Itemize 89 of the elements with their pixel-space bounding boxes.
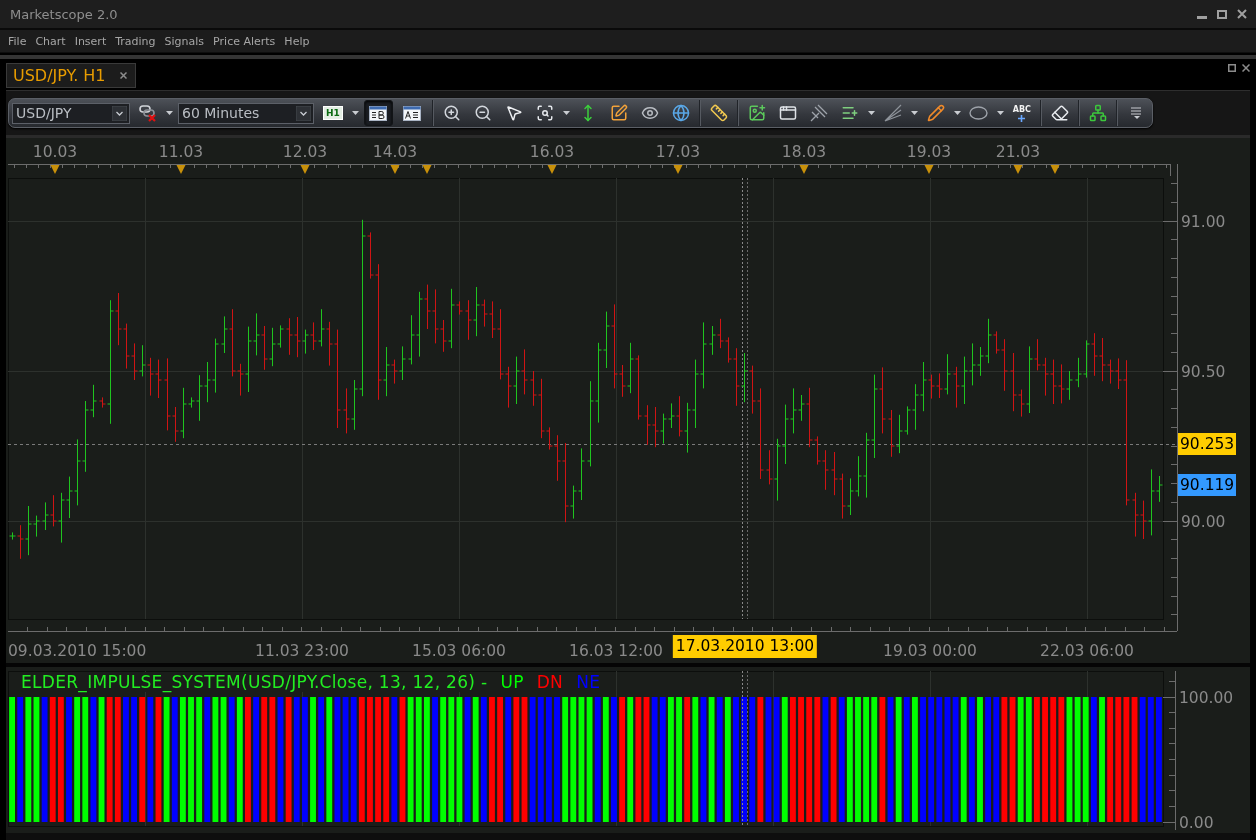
period-button[interactable]: H1 [323, 106, 343, 120]
list-window-icon[interactable] [369, 105, 388, 121]
date-label: 11.03 [158, 143, 204, 161]
date-label: 18.03 [781, 143, 827, 161]
caret-icon[interactable] [351, 111, 359, 115]
day-marker-icon [547, 165, 557, 174]
list-icon[interactable] [840, 104, 859, 122]
indicator-axis-label: 100.00 [1179, 689, 1234, 707]
day-marker-icon [1050, 165, 1060, 174]
day-marker-icon [924, 165, 934, 174]
menu-item[interactable]: File [8, 34, 27, 48]
price-axis-label: 90.00 [1181, 513, 1226, 531]
caret-icon[interactable] [166, 111, 173, 115]
date-label: 10.03 [32, 143, 78, 161]
ruler-icon[interactable] [709, 104, 728, 122]
day-marker-icon [300, 165, 310, 174]
view-toggle-button[interactable] [363, 100, 393, 126]
date-label: 21.03 [995, 143, 1041, 161]
day-marker-icon [50, 165, 60, 174]
date-label: 12.03 [282, 143, 328, 161]
chart-tab[interactable]: USD/JPY. H1 [6, 63, 136, 88]
legend-label: NE [576, 672, 601, 692]
maximize-icon[interactable] [1228, 64, 1236, 72]
date-label: 14.03 [372, 143, 418, 161]
chevron-down-icon[interactable] [296, 105, 311, 121]
timeframe-select[interactable]: 60 Minutes [178, 102, 314, 124]
date-label: 17.03 [655, 143, 701, 161]
ellipse-icon[interactable] [969, 106, 989, 120]
date-label: 16.03 [529, 143, 575, 161]
caret-icon[interactable] [953, 111, 961, 115]
menu-item[interactable]: Price Alerts [213, 34, 276, 48]
menu-item[interactable]: Insert [74, 34, 107, 48]
day-marker-icon [673, 165, 683, 174]
day-marker-icon [390, 165, 400, 174]
day-marker-icon [799, 165, 809, 174]
caret-icon[interactable] [910, 111, 918, 115]
add-image-icon[interactable] [747, 104, 766, 122]
day-marker-icon [176, 165, 186, 174]
time-axis-label: 15.03 06:00 [412, 642, 506, 660]
price-tag: 90.119 [1178, 474, 1237, 496]
indicator-axis-label: 0.00 [1179, 814, 1214, 832]
caret-icon[interactable] [562, 111, 570, 115]
list-window-icon[interactable] [403, 105, 422, 121]
time-axis-label: 16.03 12:00 [569, 642, 663, 660]
close-icon[interactable] [1237, 9, 1247, 19]
caret-icon[interactable] [867, 111, 875, 115]
close-icon[interactable] [119, 72, 127, 79]
fan-lines-icon[interactable] [883, 104, 902, 122]
symbol-select[interactable]: USD/JPY [12, 102, 130, 124]
time-axis-label: 09.03.2010 15:00 [8, 642, 147, 660]
indicator-title: ELDER_IMPULSE_SYSTEM(USD/JPY.Close, 13, 12, 26) - [21, 672, 488, 692]
day-marker-icon [1013, 165, 1023, 174]
window-icon[interactable] [778, 104, 797, 122]
eye-icon[interactable] [640, 104, 659, 122]
date-label: 19.03 [906, 143, 952, 161]
link-cross-icon[interactable] [139, 104, 157, 122]
add-text-button[interactable]: ABC [1008, 104, 1035, 122]
plus-icon[interactable] [1018, 114, 1026, 122]
menu-item[interactable]: Chart [35, 34, 66, 48]
globe-icon[interactable] [671, 104, 690, 122]
day-marker-icon [422, 165, 432, 174]
pitchfork-icon[interactable] [809, 104, 828, 122]
zoom-in-icon[interactable] [442, 104, 461, 122]
maximize-icon[interactable] [1217, 9, 1227, 19]
caret-icon[interactable] [996, 111, 1004, 115]
network-icon[interactable] [1088, 104, 1107, 122]
time-axis-label: 22.03 06:00 [1040, 642, 1134, 660]
time-axis-label: 11.03 23:00 [255, 642, 349, 660]
zoom-out-icon[interactable] [473, 104, 492, 122]
legend-label: DN [536, 672, 564, 692]
cursor-time-label: 17.03.2010 13:00 [672, 635, 818, 658]
window-title: Marketscope 2.0 [10, 6, 118, 22]
edit-icon[interactable] [609, 104, 628, 122]
eraser-icon[interactable] [1050, 104, 1069, 122]
time-axis-label: 19.03 00:00 [883, 642, 977, 660]
pointer-icon[interactable] [504, 104, 523, 122]
overflow-menu-icon[interactable] [1130, 107, 1141, 119]
price-axis-label: 90.50 [1181, 363, 1226, 381]
minimize-icon[interactable] [1197, 15, 1207, 19]
menu-item[interactable]: Signals [164, 34, 205, 48]
pencil-icon[interactable] [926, 104, 945, 122]
search-frame-icon[interactable] [535, 104, 554, 122]
legend-label: UP [500, 672, 524, 692]
price-axis-label: 91.00 [1181, 213, 1226, 231]
menu-item[interactable]: Help [284, 34, 310, 48]
close-icon[interactable] [1242, 64, 1250, 72]
price-tag: 90.253 [1178, 433, 1237, 455]
chevron-down-icon[interactable] [112, 105, 127, 121]
menu-item[interactable]: Trading [115, 34, 156, 48]
